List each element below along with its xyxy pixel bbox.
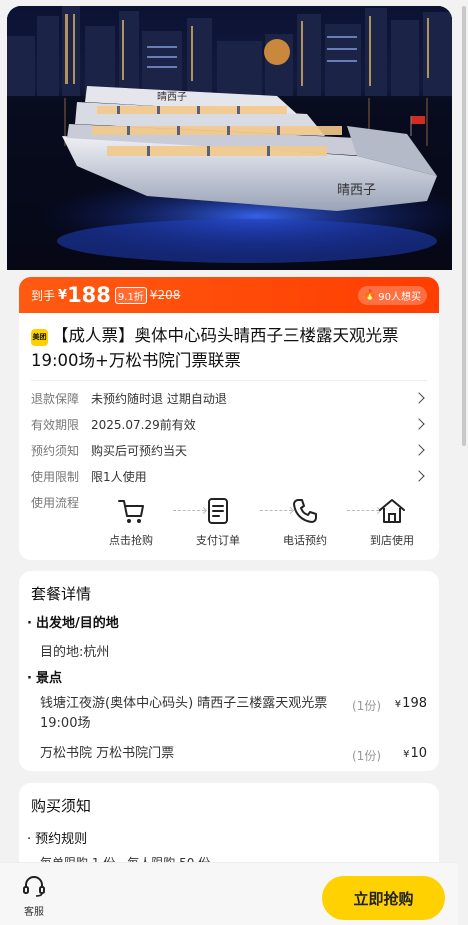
info-row-value: 购买后可预约当天 (91, 443, 188, 458)
package-item-name: 万松书院 万松书院门票 (40, 746, 175, 761)
chevron-right-icon (413, 418, 425, 430)
deal-price: 188 (67, 283, 111, 307)
price-value: 10 (410, 746, 427, 761)
flow-step: 电话预约 (270, 496, 340, 548)
notice-section-title: 预约规则 (27, 828, 87, 847)
want-count-text: 90人想买 (378, 292, 421, 303)
customer-service-button[interactable]: 客服 (14, 875, 54, 918)
want-count-badge: 🔥 90人想买 (357, 286, 427, 305)
info-row-validity[interactable]: 有效期限 2025.07.29前有效 (31, 415, 427, 433)
info-row-value: 未预约随时退 过期自动退 (91, 391, 227, 406)
customer-service-label: 客服 (24, 907, 44, 918)
info-row-label: 有效期限 (31, 417, 80, 432)
package-item-price: ¥10 (403, 746, 427, 761)
currency-symbol: ¥ (403, 749, 410, 760)
usage-flow: 点击抢购 支付订单 电话预约 到店使用 (105, 496, 425, 554)
flow-step-label: 支付订单 (196, 534, 240, 547)
hero-image[interactable]: 晴西子 晴西子 (7, 6, 452, 270)
product-info-card: 美团 【成人票】奥体中心码头晴西子三楼露天观光票19:00场+万松书院门票联票 退… (19, 313, 439, 560)
scrollbar[interactable] (462, 6, 466, 446)
info-row-booking[interactable]: 预约须知 购买后可预约当天 (31, 441, 427, 459)
svg-text:晴西子: 晴西子 (157, 90, 187, 103)
headset-icon (23, 876, 45, 897)
price-prefix: 到手 (31, 288, 56, 303)
destination-text: 目的地:杭州 (40, 645, 110, 660)
chevron-right-icon (413, 470, 425, 482)
flame-icon: 🔥 (363, 290, 377, 301)
info-row-limit[interactable]: 使用限制 限1人使用 (31, 467, 427, 485)
bottom-action-bar: 客服 立即抢购 (0, 862, 458, 925)
flow-step: 到店使用 (357, 496, 427, 548)
price-value: 198 (402, 696, 427, 711)
package-item-name: 钱塘江夜游(奥体中心码头) 晴西子三楼露天观光票 19:00场 (40, 696, 328, 731)
section-title-attractions: 景点 (27, 667, 62, 686)
product-detail-page: 晴西子 晴西子 到手 ¥ 188 9.1折 ¥208 🔥 90人想买 美团 【成人… (0, 0, 468, 925)
flow-step: 点击抢购 (96, 496, 166, 548)
info-row-refund[interactable]: 退款保障 未预约随时退 过期自动退 (31, 389, 427, 407)
chevron-right-icon (413, 444, 425, 456)
boat-name-text: 晴西子 (337, 183, 376, 198)
chevron-right-icon (413, 392, 425, 404)
notice-title: 购买须知 (31, 797, 92, 815)
info-row-label: 退款保障 (31, 391, 80, 406)
package-item-qty: (1份) (352, 699, 381, 713)
original-price: ¥208 (149, 288, 181, 302)
product-title: 美团 【成人票】奥体中心码头晴西子三楼露天观光票19:00场+万松书院门票联票 (31, 323, 431, 373)
phone-icon (293, 499, 317, 523)
buy-now-button[interactable]: 立即抢购 (322, 876, 445, 920)
section-title-origin: 出发地/目的地 (27, 612, 119, 631)
info-row-value: 2025.07.29前有效 (91, 417, 196, 432)
flow-label: 使用流程 (31, 495, 80, 510)
flow-step-label: 电话预约 (283, 534, 327, 547)
divider (31, 380, 427, 381)
cart-icon (118, 500, 144, 523)
discount-badge: 9.1折 (114, 286, 147, 304)
package-item-price: ¥198 (395, 696, 427, 711)
package-title: 套餐详情 (31, 585, 92, 603)
currency-symbol: ¥ (394, 699, 402, 710)
document-icon (208, 498, 228, 524)
flow-step-label: 点击抢购 (109, 534, 153, 547)
package-item-qty: (1份) (352, 749, 381, 763)
package-details-card: 套餐详情 出发地/目的地 目的地:杭州 景点 钱塘江夜游(奥体中心码头) 晴西子… (19, 571, 439, 771)
currency-symbol: ¥ (58, 287, 68, 303)
info-row-value: 限1人使用 (91, 469, 147, 484)
flow-step-label: 到店使用 (370, 534, 414, 547)
info-row-label: 使用限制 (31, 469, 80, 484)
info-row-label: 预约须知 (31, 443, 80, 458)
meituan-logo-icon: 美团 (31, 329, 48, 346)
price-bar: 到手 ¥ 188 9.1折 ¥208 🔥 90人想买 (19, 277, 439, 313)
product-title-text: 【成人票】奥体中心码头晴西子三楼露天观光票19:00场+万松书院门票联票 (31, 326, 399, 370)
flow-step: 支付订单 (183, 496, 253, 548)
home-icon (379, 499, 405, 523)
